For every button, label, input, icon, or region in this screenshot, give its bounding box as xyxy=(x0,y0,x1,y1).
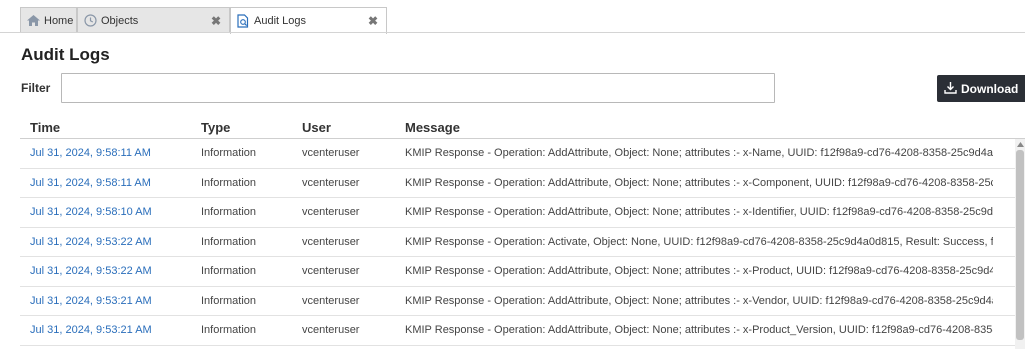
download-button[interactable]: Download xyxy=(937,75,1025,102)
row-time-link[interactable]: Jul 31, 2024, 9:58:11 AM xyxy=(30,177,151,189)
audit-log-table: Time Type User Message Jul 31, 2024, 9:5… xyxy=(20,117,1025,346)
close-tab-objects-icon[interactable]: ✖ xyxy=(211,14,221,28)
document-search-icon xyxy=(237,14,250,28)
table-row[interactable]: Jul 31, 2024, 9:58:10 AM Information vce… xyxy=(20,198,1025,228)
tab-objects[interactable]: Objects ✖ xyxy=(77,7,230,33)
row-message: KMIP Response - Operation: AddAttribute,… xyxy=(405,294,993,307)
row-type: Information xyxy=(201,324,257,336)
column-header-time[interactable]: Time xyxy=(30,120,60,135)
table-header: Time Type User Message xyxy=(20,117,1025,139)
row-user: vcenteruser xyxy=(302,324,360,336)
close-tab-audit-logs-icon[interactable]: ✖ xyxy=(368,14,378,28)
row-time-link[interactable]: Jul 31, 2024, 9:58:11 AM xyxy=(30,147,151,159)
row-type: Information xyxy=(201,147,257,159)
tab-audit-logs[interactable]: Audit Logs ✖ xyxy=(230,7,387,34)
column-header-type[interactable]: Type xyxy=(201,120,230,135)
filter-label: Filter xyxy=(21,81,51,95)
row-time-link[interactable]: Jul 31, 2024, 9:58:10 AM xyxy=(30,206,152,218)
home-icon xyxy=(27,15,40,26)
row-time-link[interactable]: Jul 31, 2024, 9:53:22 AM xyxy=(30,265,152,277)
table-row[interactable]: Jul 31, 2024, 9:53:22 AM Information vce… xyxy=(20,257,1025,287)
row-message: KMIP Response - Operation: AddAttribute,… xyxy=(405,265,993,277)
row-user: vcenteruser xyxy=(302,294,360,307)
row-type: Information xyxy=(201,265,257,277)
row-type: Information xyxy=(201,176,257,189)
row-message: KMIP Response - Operation: AddAttribute,… xyxy=(405,206,993,218)
tab-home[interactable]: Home xyxy=(20,7,77,33)
table-row[interactable]: Jul 31, 2024, 9:53:21 AM Information vce… xyxy=(20,316,1025,346)
row-type: Information xyxy=(201,235,257,248)
clock-icon xyxy=(84,14,97,27)
table-row[interactable]: Jul 31, 2024, 9:53:22 AM Information vce… xyxy=(20,228,1025,257)
row-time-link[interactable]: Jul 31, 2024, 9:53:22 AM xyxy=(30,236,152,248)
table-row[interactable]: Jul 31, 2024, 9:58:11 AM Information vce… xyxy=(20,169,1025,198)
page-title: Audit Logs xyxy=(21,45,110,64)
row-user: vcenteruser xyxy=(302,206,360,218)
filter-input[interactable] xyxy=(61,73,775,103)
table-row[interactable]: Jul 31, 2024, 9:53:21 AM Information vce… xyxy=(20,287,1025,316)
row-message: KMIP Response - Operation: AddAttribute,… xyxy=(405,176,993,189)
tab-home-label: Home xyxy=(44,14,74,27)
tab-audit-logs-label: Audit Logs xyxy=(254,15,306,27)
row-user: vcenteruser xyxy=(302,147,360,159)
row-message: KMIP Response - Operation: AddAttribute,… xyxy=(405,324,993,336)
scrollbar-thumb[interactable] xyxy=(1016,150,1024,340)
row-message: KMIP Response - Operation: Activate, Obj… xyxy=(405,235,993,248)
scroll-up-arrow-icon[interactable] xyxy=(1015,139,1025,149)
column-header-user[interactable]: User xyxy=(302,120,331,135)
table-row[interactable]: Jul 31, 2024, 9:58:11 AM Information vce… xyxy=(20,139,1025,169)
tab-divider xyxy=(0,32,1025,33)
row-message: KMIP Response - Operation: AddAttribute,… xyxy=(405,147,993,159)
tab-objects-label: Objects xyxy=(101,14,139,27)
row-user: vcenteruser xyxy=(302,235,360,248)
row-user: vcenteruser xyxy=(302,265,360,277)
download-icon xyxy=(944,81,957,97)
column-header-message[interactable]: Message xyxy=(405,120,460,135)
row-user: vcenteruser xyxy=(302,176,360,189)
row-time-link[interactable]: Jul 31, 2024, 9:53:21 AM xyxy=(30,324,152,336)
tab-bar: Home Objects ✖ Audit Logs ✖ xyxy=(0,0,1025,34)
row-type: Information xyxy=(201,206,257,218)
row-type: Information xyxy=(201,294,257,307)
row-time-link[interactable]: Jul 31, 2024, 9:53:21 AM xyxy=(30,295,152,307)
download-label: Download xyxy=(961,81,1019,96)
